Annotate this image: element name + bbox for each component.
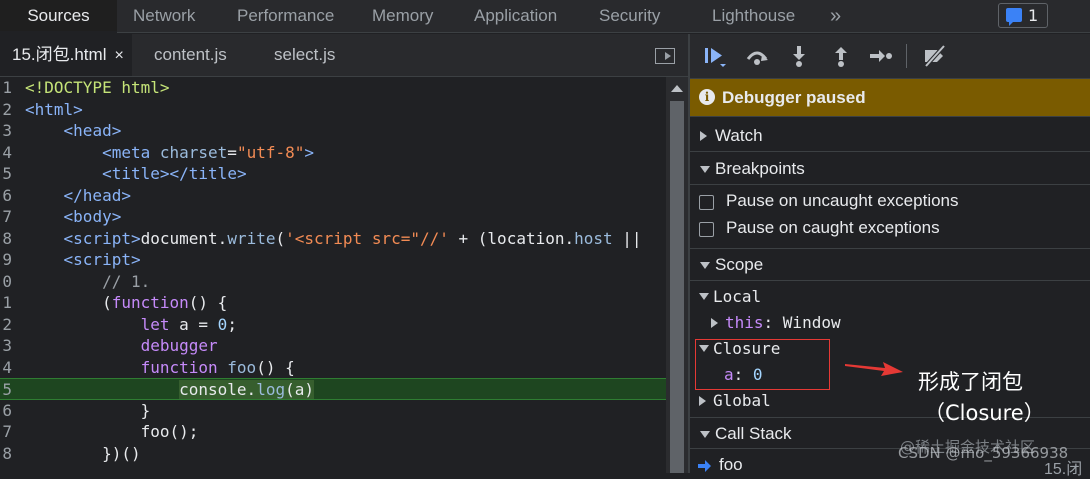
code-line: 8 })() [2,443,141,463]
resume-icon[interactable] [702,44,728,68]
code-line: 7 <body> [2,207,122,226]
annotation-text-line1: 形成了闭包 [918,370,1023,394]
code-editor[interactable]: 1 <!DOCTYPE html> 2 <html> 3 <head> 4 <met… [0,77,688,473]
tab-performance[interactable]: Performance [237,0,334,32]
annotation-text-line2: （Closure） [924,401,1045,425]
tab-application[interactable]: Application [474,0,557,32]
pause-uncaught-label: Pause on uncaught exceptions [726,191,959,210]
step-over-icon[interactable] [744,44,770,68]
collapse-arrow-icon [700,262,710,269]
code-line: 2 <html> [2,99,83,119]
tab-lighthouse[interactable]: Lighthouse [712,0,795,32]
deactivate-breakpoints-icon[interactable] [922,44,948,68]
code-line: 2 let a = 0; [2,314,237,334]
paused-text: Debugger paused [722,88,866,107]
code-line: 1 <!DOCTYPE html> [2,78,170,97]
tab-security[interactable]: Security [599,0,660,32]
call-frame-name: foo [719,455,743,474]
watch-section-header[interactable]: Watch [690,120,1090,152]
file-tab-content-js[interactable]: content.js [154,34,227,76]
code-line: 7 foo(); [2,422,199,441]
code-line: 8 <script>document.write('<script src="/… [2,228,642,248]
code-line: 6 } [2,400,151,420]
messages-count: 1 [1028,6,1039,25]
file-tab-select-js[interactable]: select.js [274,34,335,76]
code-line: 0 // 1. [2,271,151,291]
pause-caught-label: Pause on caught exceptions [726,218,940,237]
pause-uncaught-checkbox[interactable] [699,195,714,210]
watermark-csdn: CSDN @mo_59366938 [898,444,1069,462]
tab-network[interactable]: Network [133,0,195,32]
collapse-arrow-icon [700,431,710,438]
scope-global[interactable]: Global [699,391,771,410]
step-into-icon[interactable] [786,44,812,68]
collapse-arrow-icon [699,293,709,300]
scope-this[interactable]: this: Window [711,313,841,332]
code-line: 3 debugger [2,336,218,355]
breakpoints-section-header[interactable]: Breakpoints [690,153,1090,185]
toggle-debugger-panel-icon[interactable] [655,48,675,64]
file-tab-label: 15.闭包.html [12,45,107,64]
tab-memory[interactable]: Memory [372,0,433,32]
toolbar-separator [906,44,907,68]
code-line: 9 <script> [2,250,141,269]
devtools-tab-bar: Sources Network Performance Memory Appli… [0,0,1090,33]
pause-caught-checkbox[interactable] [699,222,714,237]
collapse-arrow-icon [700,166,710,173]
messages-button[interactable]: 1 [998,3,1048,28]
scope-local[interactable]: Local [699,287,761,306]
code-line: 4 <meta charset="utf-8"> [2,142,315,162]
debugger-toolbar [690,34,1090,79]
code-line: 5 <title></title> [2,164,247,183]
info-icon: i [699,89,715,105]
close-icon[interactable]: × [114,47,123,64]
code-line-execution-highlight: 5 console.log(a) [0,378,666,400]
current-frame-arrow-icon [698,460,711,472]
file-tab-bar: 15.闭包.html × content.js select.js [0,34,688,77]
debugger-paused-banner: i Debugger paused [690,79,1090,117]
expand-arrow-icon [711,318,718,328]
file-tab-closure-html[interactable]: 15.闭包.html × [0,34,132,76]
code-line: 1 (function() { [2,293,228,312]
step-out-icon[interactable] [828,44,854,68]
code-line: 6 </head> [2,185,131,205]
expand-arrow-icon [699,396,706,406]
scroll-up-icon[interactable] [671,85,683,92]
scope-section-header[interactable]: Scope [690,249,1090,281]
tab-sources[interactable]: Sources [0,0,117,33]
scrollbar-thumb[interactable] [670,101,684,473]
message-icon [1006,8,1022,26]
code-line: 3 <head> [2,121,122,140]
more-tabs-chevron-icon[interactable]: » [830,0,841,32]
step-icon[interactable] [868,44,894,68]
closure-highlight-box [695,339,830,390]
red-arrow-icon [845,362,903,376]
expand-arrow-icon [700,131,707,141]
code-line: 4 function foo() { [2,357,295,377]
